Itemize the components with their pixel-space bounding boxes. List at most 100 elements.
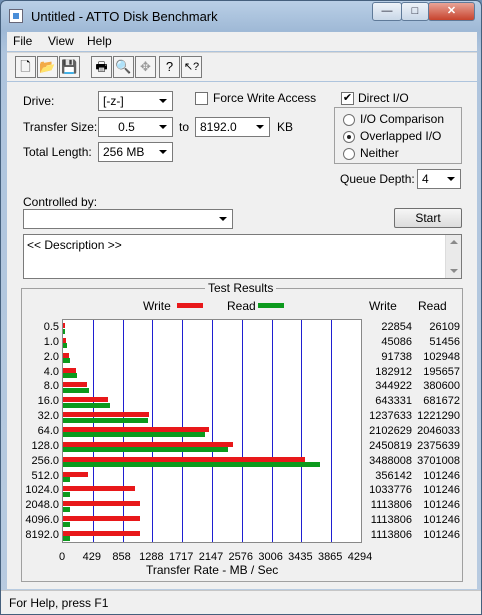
- x-tick-label: 2147: [198, 551, 224, 563]
- read-value: 681672: [423, 395, 460, 408]
- help-icon[interactable]: ?: [159, 56, 180, 78]
- transfer-size-row-label: 32.0: [37, 410, 59, 423]
- read-bar: [63, 358, 71, 364]
- transfer-size-row-label: 2048.0: [25, 499, 59, 512]
- read-value: 101246: [423, 469, 460, 482]
- write-value: 356142: [375, 469, 412, 482]
- queue-depth-select[interactable]: 4: [417, 169, 461, 189]
- maximize-button[interactable]: □: [401, 2, 429, 21]
- close-button[interactable]: ✕: [428, 2, 475, 21]
- read-bar: [63, 432, 205, 438]
- minimize-button[interactable]: —: [372, 2, 402, 21]
- transfer-size-row-label: 2.0: [43, 350, 59, 363]
- read-value: 2046033: [417, 424, 460, 437]
- total-length-select[interactable]: 256 MB: [98, 142, 173, 162]
- io-comparison-label: I/O Comparison: [360, 112, 445, 126]
- direct-io-checkbox[interactable]: ✔: [341, 92, 354, 105]
- transfer-size-row-label: 1.0: [43, 335, 59, 348]
- write-bar: [63, 367, 76, 373]
- queue-depth-label: Queue Depth:: [340, 172, 415, 186]
- read-bar: [63, 536, 71, 542]
- write-value: 1113806: [370, 514, 412, 527]
- transfer-to-select[interactable]: 8192.0: [195, 117, 270, 137]
- move-icon[interactable]: ✥: [135, 56, 156, 78]
- read-column-header: Read: [418, 299, 447, 313]
- x-tick-label: 4294: [347, 551, 373, 563]
- save-icon[interactable]: 💾: [59, 56, 80, 78]
- write-value: 2450819: [369, 439, 412, 452]
- transfer-size-row-label: 256.0: [31, 454, 59, 467]
- main-panel: Drive: [-z-] Force Write Access ✔ Direct…: [7, 82, 477, 589]
- write-bar: [63, 441, 234, 447]
- transfer-size-row-label: 8192.0: [25, 528, 59, 541]
- write-legend-label: Write: [143, 299, 171, 313]
- write-value: 1033776: [369, 484, 412, 497]
- read-value: 1221290: [417, 410, 460, 423]
- write-value: 22854: [381, 321, 412, 333]
- read-value: 102948: [423, 350, 460, 363]
- x-tick-label: 1288: [139, 551, 164, 563]
- app-window: Untitled - ATTO Disk Benchmark — □ ✕ Fil…: [0, 0, 482, 615]
- transfer-size-row-label: 0.5: [43, 321, 59, 333]
- context-help-icon[interactable]: ↖?: [181, 56, 202, 78]
- chevron-down-icon[interactable]: [215, 211, 231, 227]
- description-textarea[interactable]: << Description >>: [23, 234, 462, 279]
- chevron-down-icon[interactable]: [252, 119, 268, 135]
- chevron-down-icon[interactable]: [443, 171, 459, 187]
- read-value: 3701008: [417, 454, 460, 467]
- gridline: [212, 320, 213, 542]
- results-title: Test Results: [205, 281, 277, 295]
- read-value: 26109: [429, 321, 460, 333]
- print-icon[interactable]: 🖶: [91, 56, 112, 78]
- overlapped-io-radio[interactable]: [343, 131, 355, 143]
- transfer-size-row-label: 16.0: [37, 395, 59, 408]
- description-scrollbar[interactable]: [445, 235, 461, 278]
- x-axis-label: Transfer Rate - MB / Sec: [146, 563, 279, 577]
- read-value: 101246: [423, 528, 460, 541]
- write-bar: [63, 516, 141, 522]
- write-value: 91738: [381, 350, 412, 363]
- write-value: 45086: [381, 335, 412, 348]
- start-button[interactable]: Start: [394, 208, 462, 228]
- x-tick-label: 0: [58, 551, 66, 563]
- status-text: For Help, press F1: [9, 596, 109, 610]
- chevron-down-icon[interactable]: [155, 119, 171, 135]
- menu-help[interactable]: Help: [87, 34, 112, 48]
- gridline: [331, 320, 332, 542]
- transfer-size-row-label: 512.0: [31, 469, 59, 482]
- drive-select[interactable]: [-z-]: [98, 91, 173, 111]
- read-bar: [63, 462, 320, 468]
- menu-file[interactable]: File: [13, 34, 32, 48]
- chevron-down-icon[interactable]: [155, 144, 171, 160]
- read-bar: [63, 447, 228, 453]
- io-comparison-radio[interactable]: [343, 114, 355, 126]
- total-length-label: Total Length:: [23, 145, 92, 159]
- title-bar[interactable]: Untitled - ATTO Disk Benchmark — □ ✕: [1, 1, 481, 31]
- write-bar: [63, 486, 135, 492]
- neither-radio[interactable]: [343, 148, 355, 160]
- read-value: 2375639: [417, 439, 460, 452]
- print-preview-icon[interactable]: 🔍: [113, 56, 134, 78]
- open-folder-icon[interactable]: 📂: [37, 56, 58, 78]
- window-title: Untitled - ATTO Disk Benchmark: [31, 9, 218, 24]
- to-label: to: [179, 120, 190, 134]
- app-icon: [9, 9, 23, 23]
- write-bar: [63, 397, 108, 403]
- controlled-by-select[interactable]: [23, 209, 233, 229]
- transfer-size-label: Transfer Size:: [23, 120, 98, 134]
- chevron-down-icon[interactable]: [155, 93, 171, 109]
- x-tick-label: 1717: [168, 551, 194, 563]
- transfer-from-select[interactable]: 0.5: [98, 117, 173, 137]
- read-bar: [63, 387, 90, 393]
- write-value: 3488008: [369, 454, 412, 467]
- read-bar: [63, 491, 71, 497]
- read-value: 101246: [423, 484, 460, 497]
- force-write-checkbox[interactable]: [195, 92, 208, 105]
- test-results-group: Test Results Write Read Write Read 0 429 8…: [21, 281, 463, 582]
- write-value: 1237633: [369, 410, 412, 423]
- read-value: 380600: [423, 380, 460, 393]
- menu-view[interactable]: View: [48, 34, 74, 48]
- new-document-icon[interactable]: 🗋: [15, 56, 36, 78]
- x-tick-label: 3865: [317, 551, 343, 563]
- write-bar: [63, 530, 141, 536]
